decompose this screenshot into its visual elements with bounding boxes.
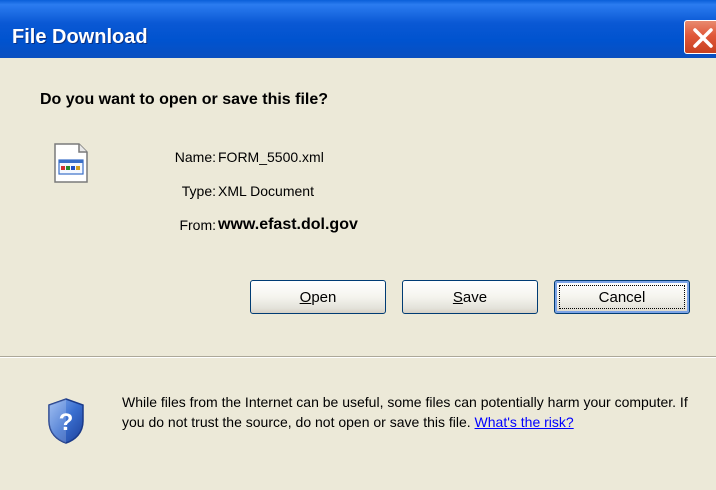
file-name-value: FORM_5500.xml [218, 149, 324, 165]
type-label: Type: [181, 183, 216, 199]
file-source-value: www.efast.dol.gov [218, 216, 358, 233]
close-icon [693, 28, 713, 48]
warning-text: While files from the Internet can be use… [122, 394, 688, 430]
save-button-label: Save [452, 288, 488, 306]
file-type-value: XML Document [218, 183, 314, 199]
from-label: From: [179, 217, 216, 233]
cancel-button[interactable]: Cancel [554, 280, 690, 314]
save-button[interactable]: Save [402, 280, 538, 314]
focus-rectangle [559, 285, 685, 309]
close-button[interactable] [684, 20, 716, 54]
security-shield-icon: ? [48, 398, 84, 444]
warning-message: While files from the Internet can be use… [122, 392, 702, 432]
whats-the-risk-link[interactable]: What's the risk? [475, 414, 574, 430]
open-button-label: Open [299, 288, 337, 306]
window-title: File Download [12, 26, 148, 48]
open-button[interactable]: Open [250, 280, 386, 314]
file-download-dialog: File Download Do you want to open or sav… [0, 0, 716, 490]
svg-text:?: ? [59, 409, 74, 436]
title-bar[interactable]: File Download [0, 0, 716, 58]
name-label: Name: [174, 149, 216, 165]
dialog-question: Do you want to open or save this file? [40, 91, 329, 108]
